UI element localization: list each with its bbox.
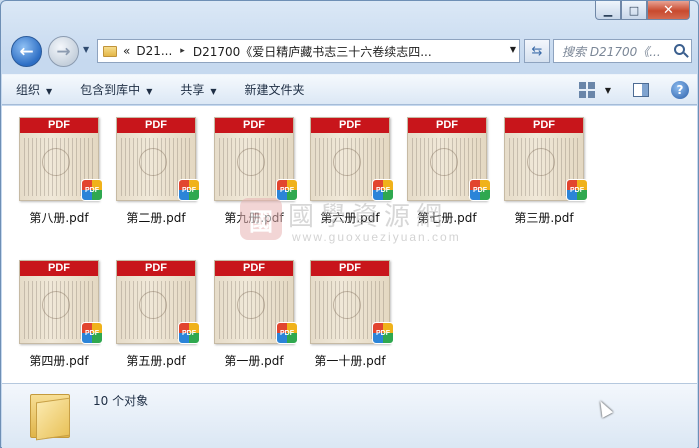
file-name: 第三册.pdf [514,211,574,225]
page-seal [237,148,265,176]
search-input[interactable]: 搜索 D21700《... [553,39,692,63]
new-folder-label: 新建文件夹 [244,83,305,97]
pdf-app-icon: PDF [81,179,103,201]
folder-icon [30,390,70,441]
include-library-label: 包含到库中 [80,83,141,97]
back-button[interactable]: ← [11,36,42,67]
pdf-app-icon: PDF [178,322,200,344]
file-item[interactable]: PDF PDF 第一十册.pdf [302,252,394,372]
file-item[interactable]: PDF PDF 第一册.pdf [206,252,298,372]
pdf-app-icon: PDF [81,322,103,344]
arrow-right-icon: → [56,41,71,62]
breadcrumb-separator[interactable]: ▸ [180,46,185,56]
refresh-button[interactable]: ⇆ [524,39,550,63]
navigation-bar: ← → ▼ « D21... ▸ D21700《爱日精庐藏书志三十六卷续志四..… [11,33,692,69]
organize-label: 组织 [16,83,41,97]
watermark-title: 國學資源網 [288,202,449,232]
caret-down-icon: ▼ [146,87,153,96]
page-seal [237,291,265,319]
search-icon [674,44,685,55]
page-seal [430,148,458,176]
pdf-label: PDF [311,261,389,276]
address-bar[interactable]: « D21... ▸ D21700《爱日精庐藏书志三十六卷续志四... ▼ [97,39,520,63]
view-options-icon[interactable] [578,82,595,98]
file-item[interactable]: PDF PDF 第三册.pdf [496,109,588,229]
maximize-button[interactable]: □ [621,1,647,20]
share-label: 共享 [180,83,205,97]
refresh-icon: ⇆ [531,43,543,59]
explorer-window: ▁ □ ✕ ← → ▼ « D21... ▸ D21700《爱日精庐藏书志三十六… [0,0,699,448]
minimize-button[interactable]: ▁ [595,1,621,20]
file-name: 第五册.pdf [126,354,186,368]
pdf-label: PDF [408,118,486,133]
pdf-label: PDF [20,261,98,276]
page-seal [139,148,167,176]
caption-buttons: ▁ □ ✕ [595,1,690,20]
file-item[interactable]: PDF PDF 第五册.pdf [108,252,200,372]
file-list[interactable]: PDFPDF第八册.pdfPDFPDF第二册.pdfPDFPDF第九册.pdfP… [2,106,697,383]
search-placeholder: 搜索 D21700《... [562,44,661,59]
pdf-label: PDF [311,118,389,133]
toolbar-right: ▼ ? [578,81,689,99]
page-seal [527,148,555,176]
close-button[interactable]: ✕ [647,1,690,20]
pdf-app-icon: PDF [372,322,394,344]
pdf-label: PDF [215,118,293,133]
include-library-menu[interactable]: 包含到库中 ▼ [66,81,166,98]
breadcrumb-segment-1[interactable]: D21... [136,44,172,58]
file-item[interactable]: PDF PDF 第八册.pdf [11,109,103,229]
page-seal [42,291,70,319]
page-seal [333,291,361,319]
pdf-label: PDF [117,118,195,133]
caret-down-icon: ▼ [46,87,53,96]
page-seal [333,148,361,176]
view-dropdown-icon[interactable]: ▼ [605,86,611,95]
watermark: 國 國學資源網 www.guoxueziyuan.com [240,196,470,256]
file-name: 第四册.pdf [29,354,89,368]
share-menu[interactable]: 共享 ▼ [166,81,230,98]
pdf-app-icon: PDF [469,179,491,201]
command-bar: 组织 ▼ 包含到库中 ▼ 共享 ▼ 新建文件夹 ▼ ? [2,74,697,105]
pdf-label: PDF [117,261,195,276]
file-item[interactable]: PDF PDF 第四册.pdf [11,252,103,372]
address-overflow[interactable]: « [123,44,130,58]
watermark-url: www.guoxueziyuan.com [292,230,461,244]
recent-pages-dropdown[interactable]: ▼ [83,45,89,54]
arrow-left-icon: ← [19,41,34,62]
pdf-label: PDF [215,261,293,276]
file-name: 第一十册.pdf [314,354,386,368]
organize-menu[interactable]: 组织 ▼ [2,81,66,98]
file-name: 第八册.pdf [29,211,89,225]
page-seal [42,148,70,176]
file-name: 第一册.pdf [224,354,284,368]
pdf-app-icon: PDF [566,179,588,201]
pdf-label: PDF [20,118,98,133]
pdf-label: PDF [505,118,583,133]
page-seal [139,291,167,319]
folder-icon [103,45,117,57]
caret-down-icon: ▼ [210,87,217,96]
preview-pane-icon[interactable] [633,83,649,97]
file-item[interactable]: PDF PDF 第二册.pdf [108,109,200,229]
item-count: 10 个对象 [93,394,149,408]
pdf-app-icon: PDF [178,179,200,201]
pdf-app-icon: PDF [276,322,298,344]
file-name: 第二册.pdf [126,211,186,225]
help-icon[interactable]: ? [671,81,689,99]
watermark-seal: 國 [240,198,282,240]
breadcrumb-segment-2[interactable]: D21700《爱日精庐藏书志三十六卷续志四... [193,43,432,60]
new-folder-button[interactable]: 新建文件夹 [231,81,319,98]
address-dropdown-icon[interactable]: ▼ [510,45,516,54]
forward-button[interactable]: → [48,36,79,67]
status-bar: 10 个对象 [2,383,697,448]
